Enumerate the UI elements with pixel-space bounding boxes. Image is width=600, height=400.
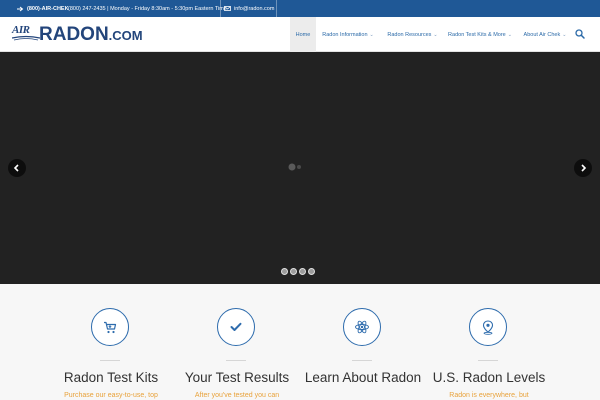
feature-description: Radon is everywhere, but xyxy=(449,392,529,399)
slider-dot[interactable] xyxy=(299,268,306,275)
hero-slider xyxy=(0,52,600,284)
chevron-down-icon: ⌄ xyxy=(562,31,567,38)
topbar-divider xyxy=(220,0,221,17)
slider-prev-button[interactable] xyxy=(8,159,26,177)
chevron-down-icon: ⌄ xyxy=(433,31,438,38)
loading-spinner-icon xyxy=(288,163,301,171)
email-item[interactable]: info@radon.com xyxy=(224,0,274,17)
chevron-left-icon xyxy=(13,164,19,172)
logo-radon-text: RADON.COM xyxy=(39,24,143,46)
chevron-down-icon: ⌄ xyxy=(369,31,374,38)
arrow-right-icon xyxy=(17,6,24,11)
shopping-cart-icon xyxy=(104,321,117,333)
feature-icon-circle xyxy=(217,308,255,346)
feature-icon-circle xyxy=(343,308,381,346)
topbar-divider xyxy=(276,0,277,17)
atom-icon xyxy=(355,320,369,334)
logo-dotcom: .COM xyxy=(108,28,143,43)
map-pin-icon xyxy=(482,319,494,335)
nav-label: Radon Test Kits & More xyxy=(448,31,506,38)
nav-label: About Air Chek xyxy=(523,31,561,38)
nav-radon-resources[interactable]: Radon Resources ⌄ xyxy=(386,17,439,52)
feature-title: U.S. Radon Levels xyxy=(432,370,546,385)
top-contact-bar: (800)-AIR-CHEK (800) 247-2435 | Monday -… xyxy=(0,0,600,17)
chevron-down-icon: ⌄ xyxy=(507,31,512,38)
feature-divider xyxy=(226,360,246,361)
envelope-icon xyxy=(224,6,231,11)
nav-about-air-chek[interactable]: About Air Chek ⌄ xyxy=(520,17,570,52)
nav-label: Radon Information xyxy=(322,31,368,38)
logo-swoosh xyxy=(12,35,40,41)
email-link: info@radon.com xyxy=(234,5,275,12)
chevron-right-icon xyxy=(581,164,587,172)
feature-divider xyxy=(100,360,120,361)
logo-radon: RADON xyxy=(39,24,109,45)
feature-us-radon-levels[interactable]: U.S. Radon Levels Radon is everywhere, b… xyxy=(414,284,564,400)
slider-dot[interactable] xyxy=(281,268,288,275)
nav-radon-test-kits[interactable]: Radon Test Kits & More ⌄ xyxy=(445,17,515,52)
site-header: AIR RADON.COM Home Radon Information ⌄ Ra… xyxy=(0,17,600,52)
slider-next-button[interactable] xyxy=(574,159,592,177)
feature-divider xyxy=(478,360,498,361)
nav-label: Home xyxy=(295,31,311,38)
search-icon[interactable] xyxy=(574,28,586,40)
slider-dot[interactable] xyxy=(290,268,297,275)
nav-home[interactable]: Home xyxy=(290,17,316,52)
feature-divider xyxy=(352,360,372,361)
nav-radon-information[interactable]: Radon Information ⌄ xyxy=(318,17,378,52)
phone-details: (800) 247-2435 | Monday - Friday 8:30am … xyxy=(68,5,227,12)
phone-item[interactable]: (800)-AIR-CHEK xyxy=(17,0,69,17)
nav-label: Radon Resources xyxy=(387,31,432,38)
features-section: Radon Test Kits Purchase our easy-to-use… xyxy=(0,284,600,400)
slider-pagination xyxy=(281,268,315,275)
site-logo[interactable]: AIR RADON.COM xyxy=(12,22,150,48)
feature-icon-circle xyxy=(469,308,507,346)
feature-icon-circle xyxy=(91,308,129,346)
checkmark-icon xyxy=(230,322,242,331)
slider-dot[interactable] xyxy=(308,268,315,275)
phone-label: (800)-AIR-CHEK xyxy=(27,5,69,12)
